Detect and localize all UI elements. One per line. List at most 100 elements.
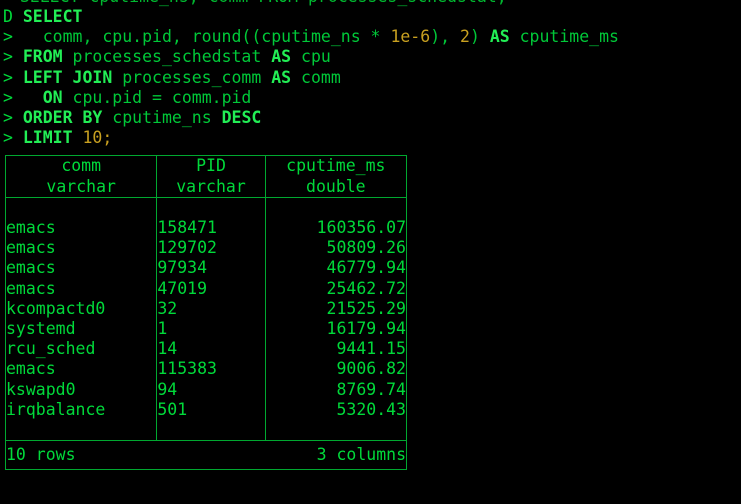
table-cell-cputime_ms: 46779.94 (264, 258, 407, 279)
table-cell-pid: 158471 (156, 217, 266, 239)
sql-query-block: D SELECT > comm, cpu.pid, round((cputime_… (0, 7, 741, 148)
prompt-char: > (3, 87, 13, 107)
table-cell-pid: 47019 (156, 278, 266, 299)
sql-token-kw: DESC (221, 107, 262, 127)
table-header-names-row: comm PID cputime_ms (6, 155, 407, 177)
sql-token-num: 10; (82, 128, 113, 148)
column-header-type: varchar (5, 176, 157, 198)
sql-token-kw: FROM (22, 47, 63, 67)
sql-token-plain (13, 7, 23, 26)
result-table: comm PID cputime_ms varchar varchar double em… (5, 155, 407, 471)
table-cell-pid: 501 (156, 399, 266, 420)
table-cell-pid: 97934 (156, 258, 266, 279)
sql-token-ident: processes_schedstat (62, 47, 272, 67)
sql-token-kw: AS (489, 27, 510, 47)
table-cell-comm: kswapd0 (6, 379, 76, 399)
table-cell-pid: 32 (156, 298, 266, 319)
table-spacer-cell (156, 419, 266, 441)
sql-token-plain (13, 88, 43, 107)
sql-token-kw: LIMIT (22, 128, 73, 148)
table-cell-pid: 1 (156, 318, 266, 340)
table-cell-cputime_ms: 9441.15 (264, 339, 407, 360)
table-spacer-cell (156, 197, 266, 218)
sql-query-line: > ON cpu.pid = comm.pid (3, 88, 741, 108)
table-cell-cputime_ms: 5320.43 (264, 399, 407, 420)
clipped-previous-output-line: SELECT cputime_ns, comm FROM processes_s… (0, 0, 741, 7)
sql-token-ident: ), (430, 27, 460, 47)
sql-token-kw: AS (271, 47, 292, 67)
table-cell-cputime_ms: 9006.82 (264, 359, 407, 380)
sql-token-kw: ON (42, 87, 63, 107)
table-cell-comm: emacs (6, 217, 56, 237)
table-cell-comm: emacs (6, 278, 56, 298)
table-cell-cputime_ms: 25462.72 (264, 278, 407, 299)
table-spacer-cell (264, 419, 407, 441)
table-row: emacs 158471 160356.07 (6, 217, 407, 239)
table-spacer-row (6, 197, 407, 218)
sql-token-ident: cpu.pid = comm.pid (62, 87, 252, 107)
prompt-char: > (3, 27, 13, 47)
table-cell-comm: kcompactd0 (6, 298, 106, 318)
table-row: irqbalance 501 5320.43 (6, 399, 407, 420)
sql-query-line: > LEFT JOIN processes_comm AS comm (3, 68, 741, 88)
sql-token-ident: comm, cpu.pid, round((cputime_ns * (12, 27, 391, 47)
prompt-char: > (3, 107, 13, 127)
prompt-char: > (3, 67, 13, 87)
table-row: emacs 97934 46779.94 (6, 258, 407, 279)
table-row: kswapd0 94 8769.74 (6, 379, 407, 400)
sql-token-kw: ORDER BY (22, 107, 103, 127)
column-header-name: comm (61, 156, 102, 176)
footer-rows-label: 10 rows (5, 440, 266, 470)
sql-token-num: 1e-6 (390, 27, 431, 47)
column-header-name: cputime_ms (264, 155, 407, 177)
prompt-char: D (3, 7, 13, 26)
sql-token-ident: cputime_ms (509, 27, 619, 47)
prompt-char: > (3, 47, 13, 67)
sql-token-ident: processes_comm (112, 67, 272, 87)
table-cell-pid: 115383 (156, 359, 266, 380)
table-cell-comm: systemd (6, 318, 76, 338)
table-row: emacs 47019 25462.72 (6, 278, 407, 299)
sql-token-ident: cpu (291, 47, 331, 67)
footer-columns-label: 3 columns (265, 440, 407, 470)
prompt-char: > (3, 128, 13, 148)
table-cell-comm: irqbalance (6, 399, 106, 419)
table-cell-cputime_ms: 21525.29 (264, 298, 407, 319)
table-cell-comm: emacs (6, 238, 56, 258)
table-cell-cputime_ms: 8769.74 (264, 379, 407, 400)
table-row: systemd 1 16179.94 (6, 318, 407, 340)
sql-token-plain (13, 128, 23, 147)
sql-token-ident: cputime_ns (102, 107, 222, 127)
table-cell-pid: 129702 (156, 238, 266, 259)
table-cell-comm: emacs (6, 359, 56, 379)
table-row: kcompactd0 32 21525.29 (6, 298, 407, 319)
table-row: rcu_sched 14 9441.15 (6, 339, 407, 360)
sql-token-kw: SELECT (22, 7, 83, 26)
sql-query-line: D SELECT (3, 7, 741, 27)
column-header-name: PID (156, 155, 266, 177)
sql-query-line: > comm, cpu.pid, round((cputime_ns * 1e-… (3, 27, 741, 47)
table-cell-pid: 14 (156, 339, 266, 360)
table-cell-pid: 94 (156, 379, 266, 400)
sql-token-plain (13, 108, 23, 127)
sql-token-plain (13, 47, 23, 66)
sql-query-line: > FROM processes_schedstat AS cpu (3, 47, 741, 67)
table-row: emacs 129702 50809.26 (6, 238, 407, 259)
sql-token-ident: ) (469, 27, 490, 47)
table-header-types-row: varchar varchar double (5, 176, 407, 198)
sql-token-ident: comm (291, 67, 341, 87)
table-cell-comm: emacs (6, 258, 56, 278)
sql-token-num: 2 (460, 27, 470, 47)
table-cell-cputime_ms: 50809.26 (264, 238, 407, 259)
table-spacer-cell (264, 197, 407, 218)
table-cell-cputime_ms: 16179.94 (264, 318, 407, 340)
table-spacer-cell (6, 197, 157, 218)
clipped-line-text: SELECT cputime_ns, comm FROM processes_s… (0, 0, 507, 7)
sql-query-line: > LIMIT 10; (3, 128, 741, 148)
sql-query-line: > ORDER BY cputime_ns DESC (3, 108, 741, 128)
table-spacer-cell (6, 420, 157, 441)
table-row: emacs 115383 9006.82 (6, 359, 407, 380)
result-table-wrapper: comm PID cputime_ms varchar varchar double em… (0, 155, 741, 471)
sql-token-kw: AS (271, 67, 292, 87)
sql-token-plain (13, 68, 23, 87)
